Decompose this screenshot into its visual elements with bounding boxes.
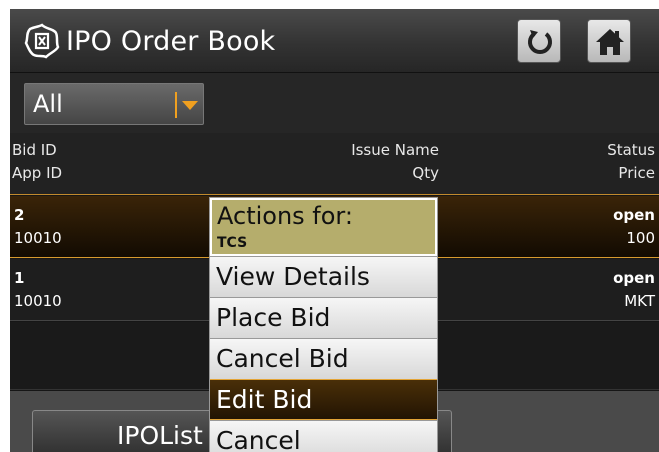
menu-item-edit-bid[interactable]: Edit Bid xyxy=(210,379,437,420)
col-bid-id: Bid ID xyxy=(12,141,57,159)
col-price: Price xyxy=(618,164,655,182)
bid-id: 2 xyxy=(14,206,25,224)
status: open xyxy=(613,269,655,287)
app-id: 10010 xyxy=(14,292,62,310)
price: 100 xyxy=(626,229,655,247)
menu-title: Actions for: xyxy=(217,202,353,230)
column-header: Bid ID App ID Issue Name Qty Status Pric… xyxy=(10,133,659,195)
page-title: IPO Order Book xyxy=(66,26,276,57)
col-app-id: App ID xyxy=(12,164,63,182)
home-icon xyxy=(596,29,624,55)
menu-item-cancel[interactable]: Cancel xyxy=(210,420,437,452)
context-menu: Actions for: TCS View Details Place Bid … xyxy=(209,197,438,452)
filter-value: All xyxy=(33,90,63,118)
home-button[interactable] xyxy=(587,19,631,63)
menu-subtitle: TCS xyxy=(217,235,248,251)
menu-header: Actions for: TCS xyxy=(210,198,437,256)
chevron-down-icon xyxy=(182,101,198,110)
app-id: 10010 xyxy=(14,229,62,247)
menu-item-place-bid[interactable]: Place Bid xyxy=(210,297,437,338)
col-status: Status xyxy=(607,141,655,159)
menu-item-cancel-bid[interactable]: Cancel Bid xyxy=(210,338,437,379)
title-bar: IPO Order Book xyxy=(10,9,659,73)
lotus-logo-icon xyxy=(24,23,60,59)
status: open xyxy=(613,206,655,224)
status-filter-dropdown[interactable]: All xyxy=(24,83,204,125)
bid-id: 1 xyxy=(14,269,25,287)
refresh-icon xyxy=(528,30,552,54)
col-qty: Qty xyxy=(412,164,439,182)
price: MKT xyxy=(624,292,655,310)
ipo-list-label: IPOList xyxy=(117,421,203,450)
menu-item-view-details[interactable]: View Details xyxy=(210,256,437,297)
dropdown-separator xyxy=(175,92,177,118)
refresh-button[interactable] xyxy=(517,19,561,63)
filter-bar: All xyxy=(10,73,659,133)
app-screen: IPO Order Book All Bid ID App ID Issue N… xyxy=(10,9,659,452)
col-issue-name: Issue Name xyxy=(351,141,439,159)
